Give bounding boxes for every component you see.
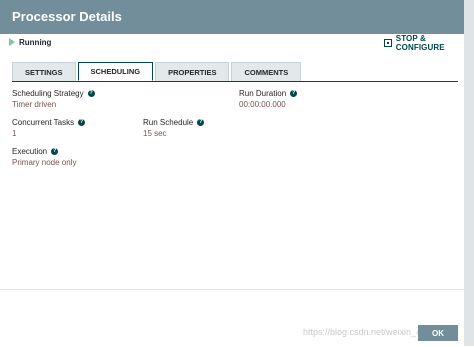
stop-configure-label: STOP & CONFIGURE (395, 34, 445, 52)
stop-configure-button[interactable]: STOP & CONFIGURE (384, 34, 474, 52)
dialog-header: Processor Details (0, 0, 474, 34)
help-icon[interactable]: ? (51, 148, 59, 155)
tab-bar: SETTINGS SCHEDULING PROPERTIES COMMENTS (12, 62, 302, 81)
scheduling-strategy-label: Scheduling Strategy ? (12, 89, 95, 98)
stop-icon (384, 39, 392, 47)
run-schedule-label-text: Run Schedule (143, 118, 194, 127)
run-schedule-label: Run Schedule ? (143, 118, 205, 127)
scheduling-strategy-label-text: Scheduling Strategy (12, 89, 84, 98)
run-duration-label: Run Duration ? (239, 89, 298, 98)
scheduling-strategy-value: Timer driven (12, 100, 57, 109)
execution-label: Execution ? (12, 147, 59, 156)
run-duration-label-text: Run Duration (239, 89, 287, 98)
tab-settings[interactable]: SETTINGS (12, 62, 76, 81)
concurrent-tasks-label: Concurrent Tasks ? (12, 118, 86, 127)
ok-button[interactable]: OK (418, 325, 458, 341)
run-schedule-value: 15 sec (143, 129, 167, 138)
help-icon[interactable]: ? (78, 119, 86, 126)
help-icon[interactable]: ? (290, 90, 298, 97)
concurrent-tasks-label-text: Concurrent Tasks (12, 118, 75, 127)
tab-comments[interactable]: COMMENTS (231, 62, 302, 81)
help-icon[interactable]: ? (197, 119, 205, 126)
dialog-footer (0, 289, 464, 347)
execution-value: Primary node only (12, 158, 77, 167)
dialog-title: Processor Details (12, 9, 122, 24)
tab-properties[interactable]: PROPERTIES (155, 62, 230, 81)
run-duration-value: 00:00:00.000 (239, 100, 286, 109)
play-icon (9, 38, 15, 46)
help-icon[interactable]: ? (87, 90, 95, 97)
concurrent-tasks-value: 1 (12, 129, 17, 138)
execution-label-text: Execution (12, 147, 48, 156)
tab-divider (12, 81, 458, 82)
tab-scheduling[interactable]: SCHEDULING (77, 62, 154, 81)
run-status-label: Running (19, 38, 52, 47)
